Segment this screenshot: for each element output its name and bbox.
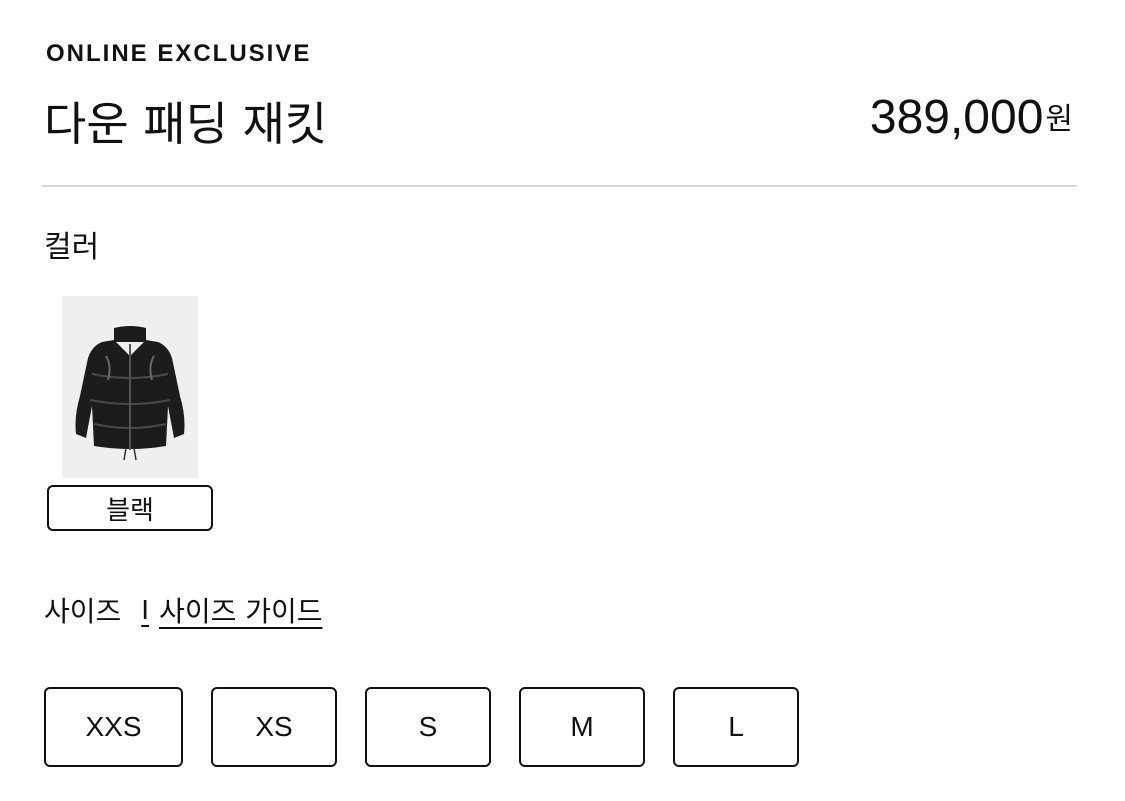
size-section-header: 사이즈 I 사이즈 가이드 [44,590,323,630]
size-guide-link[interactable]: 사이즈 가이드 [159,590,322,630]
size-option-m[interactable]: M [519,687,645,767]
puffer-jacket-icon [75,326,185,461]
size-header-separator: I [141,594,150,625]
size-section-label: 사이즈 [44,595,122,628]
product-price: 389,000원 [870,90,1073,145]
size-option-l[interactable]: L [673,687,799,767]
size-option-xs[interactable]: XS [211,687,337,767]
section-divider [42,185,1077,187]
color-swatch-black-button[interactable]: 블랙 [47,485,213,531]
online-exclusive-badge: ONLINE EXCLUSIVE [46,40,312,67]
size-option-xxs[interactable]: XXS [44,687,183,767]
color-swatch-image-black[interactable] [62,296,198,478]
price-currency: 원 [1045,102,1073,137]
price-value: 389,000 [869,91,1044,144]
size-option-s[interactable]: S [365,687,491,767]
product-title: 다운 패딩 재킷 [44,97,328,151]
color-section-label: 컬러 [44,230,100,265]
size-options: XXS XS S M L [44,687,799,767]
